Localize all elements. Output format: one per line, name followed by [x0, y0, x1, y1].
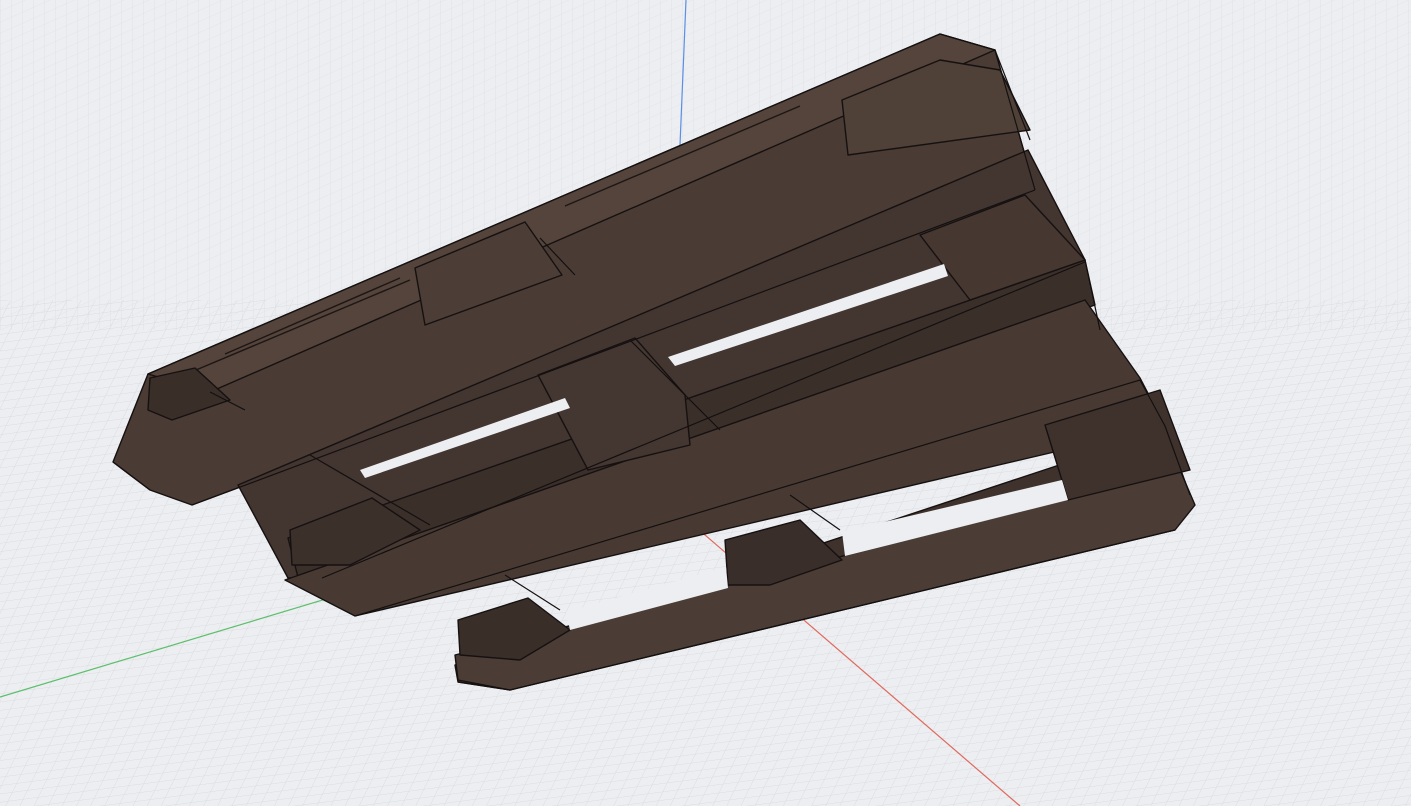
viewport-canvas[interactable] [0, 0, 1411, 806]
3d-viewport[interactable] [0, 0, 1411, 806]
